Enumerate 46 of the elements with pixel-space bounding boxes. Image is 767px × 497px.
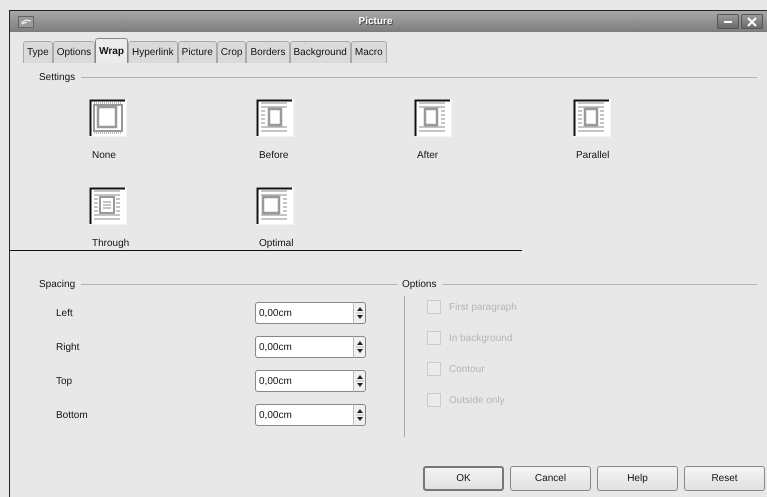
option-label: Optimal (258, 238, 294, 249)
section-heading: Settings (39, 72, 76, 83)
dialog-button[interactable]: Help (597, 466, 678, 491)
field-label: Left (56, 308, 74, 318)
dialog-button[interactable]: Reset (684, 466, 765, 491)
minimize-button[interactable] (717, 14, 739, 29)
spin-field[interactable]: 0,00cm (255, 336, 353, 358)
section-heading: Spacing (39, 279, 76, 290)
close-icon (747, 16, 757, 26)
spin-arrows-icon[interactable] (353, 302, 366, 324)
tab[interactable]: Macro (350, 41, 387, 63)
spin-field[interactable]: 0,00cm (255, 302, 353, 324)
section-heading: Options (402, 279, 436, 290)
option-label: Before (258, 150, 288, 161)
spin-field[interactable]: 0,00cm (255, 370, 353, 392)
tab[interactable]: Crop (216, 41, 246, 63)
field-label: Right (56, 342, 80, 352)
minimize-icon (724, 20, 732, 22)
tab[interactable]: Wrap (95, 38, 128, 63)
wrap-after-icon[interactable] (414, 99, 452, 137)
field-label: Bottom (56, 410, 89, 420)
wrap-before-icon[interactable] (256, 99, 294, 137)
close-button[interactable] (741, 14, 763, 29)
wrap-through-icon[interactable] (89, 187, 127, 225)
spin-field[interactable]: 0,00cm (255, 404, 353, 426)
spin-arrows-icon[interactable] (353, 370, 366, 392)
window-menu-icon[interactable] (18, 16, 34, 28)
tab[interactable]: Background (290, 41, 351, 63)
dialog-button[interactable]: OK (423, 466, 504, 491)
option-label: Through (91, 238, 130, 249)
window-title: Picture (358, 16, 394, 27)
option-label: Parallel (575, 150, 610, 161)
dialog-button[interactable]: Cancel (510, 466, 591, 491)
field-label: Top (56, 376, 74, 386)
spin-arrows-icon[interactable] (353, 404, 366, 426)
tab[interactable]: Picture (178, 41, 217, 63)
spin-arrows-icon[interactable] (353, 336, 366, 358)
wrap-parallel-icon[interactable] (573, 99, 611, 137)
wrap-optimal-icon[interactable] (256, 187, 294, 225)
tab[interactable]: Hyperlink (128, 41, 178, 63)
tab[interactable]: Borders (246, 41, 290, 63)
tab[interactable]: Options (52, 41, 96, 63)
option-label: After (416, 150, 438, 161)
wrap-none-icon[interactable] (89, 99, 127, 137)
tab[interactable]: Type (23, 41, 53, 63)
option-label: None (91, 150, 116, 161)
